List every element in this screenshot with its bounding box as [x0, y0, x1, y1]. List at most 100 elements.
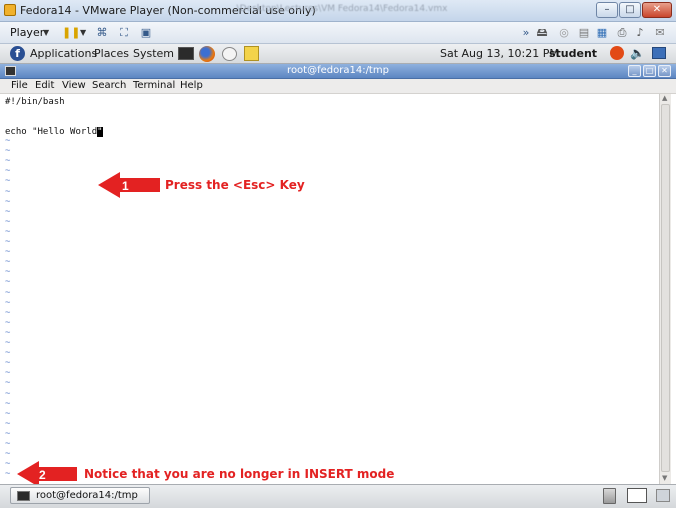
usb-device-icon[interactable]: ▦	[594, 25, 610, 40]
empty-line-tilde: ~	[5, 327, 11, 338]
annotation-number-1: 1	[122, 179, 129, 193]
update-notification-icon[interactable]	[610, 46, 624, 60]
scroll-down-arrow[interactable]: ▼	[662, 474, 667, 482]
menu-file[interactable]: File	[11, 80, 28, 91]
empty-line-tilde: ~	[5, 378, 11, 389]
menu-edit[interactable]: Edit	[35, 80, 54, 91]
printer-icon[interactable]: ⎙	[614, 25, 630, 40]
unity-icon[interactable]: ▣	[138, 25, 154, 40]
empty-line-tilde: ~	[5, 469, 11, 480]
empty-line-tilde: ~	[5, 216, 11, 227]
empty-line-tilde: ~	[5, 257, 11, 268]
workspace-switcher-icon[interactable]	[627, 488, 647, 503]
terminal-close-button[interactable]: ✕	[658, 65, 671, 77]
empty-line-tilde: ~	[5, 348, 11, 359]
vmware-titlebar: Fedora14 - VMware Player (Non-commercial…	[0, 0, 676, 22]
terminal-window-title: root@fedora14:/tmp	[287, 65, 389, 76]
annotation-text-1: Press the <Esc> Key	[165, 178, 305, 192]
empty-line-tilde: ~	[5, 317, 11, 328]
system-menu[interactable]: System	[133, 47, 174, 60]
empty-line-tilde: ~	[5, 247, 11, 258]
menu-terminal[interactable]: Terminal	[133, 80, 175, 91]
menu-help[interactable]: Help	[180, 80, 203, 91]
taskbar-terminal-item[interactable]: root@fedora14:/tmp	[10, 487, 150, 504]
mail-client-icon[interactable]	[222, 47, 237, 61]
echo-command-text: echo "Hello World	[5, 127, 98, 137]
volume-icon[interactable]: 🔈	[630, 46, 645, 60]
terminal-launcher-icon[interactable]	[178, 47, 194, 60]
scrollbar-thumb[interactable]	[661, 104, 670, 472]
note-editor-icon[interactable]	[244, 46, 259, 61]
annotation-number-2: 2	[39, 468, 46, 482]
empty-line-tilde: ~	[5, 196, 11, 207]
trash-icon[interactable]	[603, 488, 616, 504]
empty-line-tilde: ~	[5, 398, 11, 409]
vmware-window-path: ...\Desktop\Lectures\VM Fedora14\Fedora1…	[228, 4, 448, 14]
terminal-text-area[interactable]: #!/bin/bash echo "Hello World" ~ ~ ~ ~ ~ ~ ~ ~ ~…	[0, 94, 659, 484]
empty-line-tilde: ~	[5, 166, 11, 177]
empty-line-tilde: ~	[5, 449, 11, 460]
script-line-echo: echo "Hello World"	[5, 127, 103, 137]
empty-line-tilde: ~	[5, 226, 11, 237]
empty-line-tilde: ~	[5, 428, 11, 439]
menu-view[interactable]: View	[62, 80, 86, 91]
terminal-minimize-button[interactable]: _	[628, 65, 641, 77]
more-devices-icon[interactable]: »	[518, 25, 534, 40]
minimize-button[interactable]: –	[596, 2, 618, 18]
network-adapter-icon[interactable]: 🖴	[534, 25, 550, 40]
menu-search[interactable]: Search	[92, 80, 126, 91]
vmware-logo-icon	[4, 4, 16, 16]
pause-icon[interactable]: ❚❚	[62, 25, 80, 40]
empty-line-tilde: ~	[5, 176, 11, 187]
scroll-up-arrow[interactable]: ▲	[662, 94, 667, 102]
vmware-toolbar: Player ▼ ❚❚ ▼ ⌘ ⛶ ▣ » 🖴 ◎ ▤ ▦ ⎙ ♪ ✉	[0, 22, 676, 44]
empty-line-tilde: ~	[5, 136, 11, 146]
gnome-bottom-panel: root@fedora14:/tmp	[0, 484, 676, 508]
player-menu[interactable]: Player	[10, 26, 44, 39]
applications-menu[interactable]: Applications	[30, 47, 97, 60]
taskbar-item-label: root@fedora14:/tmp	[36, 490, 138, 501]
fedora-logo-icon: f	[10, 46, 25, 61]
empty-line-tilde: ~	[5, 388, 11, 399]
empty-line-tilde: ~	[5, 237, 11, 247]
floppy-icon[interactable]: ▤	[576, 25, 592, 40]
panel-clock[interactable]: Sat Aug 13, 10:21 PM	[440, 47, 559, 60]
places-menu[interactable]: Places	[94, 47, 129, 60]
firefox-launcher-icon[interactable]	[199, 46, 215, 62]
empty-line-tilde: ~	[5, 297, 11, 308]
empty-line-tilde: ~	[5, 186, 11, 197]
cd-drive-icon[interactable]: ◎	[556, 25, 572, 40]
terminal-maximize-button[interactable]: □	[643, 65, 656, 77]
annotation-arrow-1: 1	[98, 172, 160, 198]
empty-line-tilde: ~	[5, 338, 11, 348]
panel-user-name[interactable]: student	[549, 47, 597, 60]
show-desktop-icon[interactable]	[656, 489, 670, 502]
empty-line-tilde: ~	[5, 206, 11, 217]
text-cursor: "	[97, 127, 103, 137]
gnome-top-panel: f Applications Places System Sat Aug 13,…	[0, 44, 676, 64]
empty-line-tilde: ~	[5, 146, 11, 157]
empty-line-tilde: ~	[5, 418, 11, 429]
empty-line-tilde: ~	[5, 277, 11, 288]
empty-line-tilde: ~	[5, 459, 11, 470]
fullscreen-icon[interactable]: ⛶	[116, 25, 132, 40]
close-button[interactable]: ✕	[642, 2, 672, 18]
annotation-text-2: Notice that you are no longer in INSERT …	[84, 467, 395, 481]
chevron-down-icon[interactable]: ▼	[80, 28, 86, 37]
terminal-titlebar: root@fedora14:/tmp _ □ ✕	[0, 64, 676, 79]
empty-line-tilde: ~	[5, 368, 11, 379]
empty-line-tilde: ~	[5, 267, 11, 278]
chevron-down-icon[interactable]: ▼	[43, 28, 49, 37]
script-line-shebang: #!/bin/bash	[5, 97, 65, 107]
send-ctrl-alt-del-icon[interactable]: ⌘	[94, 25, 110, 40]
maximize-button[interactable]: □	[619, 2, 641, 18]
terminal-menubar: File Edit View Search Terminal Help	[0, 79, 676, 94]
terminal-task-icon	[17, 491, 30, 501]
empty-line-tilde: ~	[5, 408, 11, 419]
terminal-scrollbar[interactable]: ▲ ▼	[659, 94, 671, 484]
network-icon[interactable]	[652, 47, 666, 59]
message-log-icon[interactable]: ✉	[652, 25, 668, 40]
empty-line-tilde: ~	[5, 156, 11, 167]
empty-line-tilde: ~	[5, 439, 11, 449]
sound-card-icon[interactable]: ♪	[632, 25, 648, 40]
